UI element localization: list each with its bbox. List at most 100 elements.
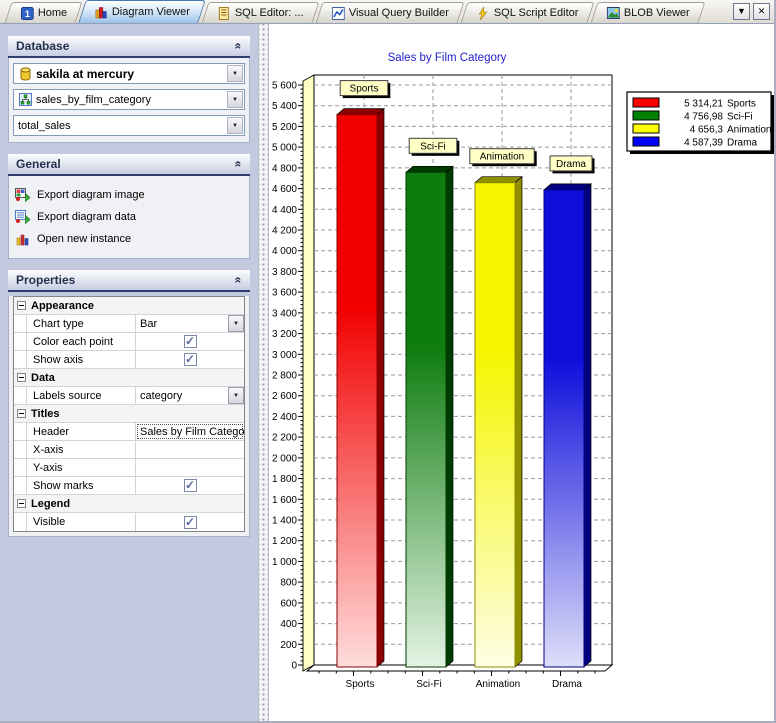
home-icon: 1 [20, 6, 34, 20]
tab-sql-script-editor[interactable]: SQL Script Editor [460, 2, 595, 23]
diagram-canvas[interactable]: Sales by Film Category 0 200 400 600 800 1 000… [269, 24, 774, 721]
svg-text:Sports: Sports [346, 679, 375, 690]
checkbox-checked-icon[interactable]: ✓ [183, 335, 197, 348]
property-value-chart-type[interactable]: Bar ▼ [136, 315, 244, 332]
row-indent [14, 315, 27, 332]
property-value-x-axis[interactable] [136, 441, 244, 458]
tabbar-buttons: ▼ ✕ [733, 3, 770, 20]
properties-panel-header[interactable]: Properties « [8, 270, 250, 292]
svg-text:800: 800 [280, 578, 297, 589]
dropdown-arrow-button[interactable]: ▼ [227, 65, 243, 82]
database-panel-header[interactable]: Database « [8, 36, 250, 58]
property-value-show-marks[interactable]: ✓ [136, 477, 244, 494]
mark-label-drama: Drama [549, 155, 595, 174]
connection-select[interactable]: sakila at mercury ▼ [13, 63, 245, 84]
bar-sci-fi[interactable] [405, 165, 454, 668]
svg-text:4 656,3: 4 656,3 [690, 125, 724, 136]
svg-text:5 314,21: 5 314,21 [684, 99, 723, 110]
property-value-text: category [140, 389, 183, 402]
svg-text:4 587,39: 4 587,39 [684, 138, 723, 149]
property-group-data: Data [14, 369, 244, 387]
export-diagram-data-command[interactable]: Export diagram data [15, 206, 243, 228]
property-value-show-axis[interactable]: ✓ [136, 351, 244, 368]
row-indent [14, 387, 27, 404]
general-panel-header[interactable]: General « [8, 154, 250, 176]
svg-text:4 600: 4 600 [272, 184, 297, 195]
tab-list-dropdown-button[interactable]: ▼ [733, 3, 750, 20]
checkbox-checked-icon[interactable]: ✓ [183, 515, 197, 529]
svg-text:1 400: 1 400 [272, 516, 297, 527]
svg-text:Animation: Animation [480, 152, 524, 163]
property-value-y-axis[interactable] [136, 459, 244, 476]
tab-home[interactable]: 1 Home [4, 2, 83, 23]
diagram-viewer-icon [94, 5, 108, 19]
checkbox-checked-icon[interactable]: ✓ [183, 479, 197, 492]
command-label: Export diagram image [37, 189, 145, 201]
property-label: X-axis [27, 441, 136, 458]
group-label: Data [31, 371, 55, 384]
svg-text:1 800: 1 800 [272, 474, 297, 485]
collapse-group-icon[interactable] [17, 499, 26, 508]
combo-value: total_sales [18, 119, 71, 132]
svg-text:2 200: 2 200 [272, 433, 297, 444]
property-value-header[interactable]: Sales by Film Category [136, 423, 244, 440]
sidebar-splitter[interactable] [258, 24, 269, 721]
x-axis: Sports Sci-Fi Animation Drama [318, 671, 596, 690]
view-icon [18, 93, 32, 106]
dropdown-arrow-button[interactable]: ▼ [228, 387, 244, 404]
database-panel: Database « sakila at mercury ▼ sales_by_fi… [8, 36, 250, 143]
application-window: 1 Home Diagram Viewer SQL Editor: ... Visual… [0, 0, 776, 723]
svg-text:Drama: Drama [552, 679, 582, 690]
svg-text:Sports: Sports [727, 99, 756, 110]
collapse-chevron-icon[interactable]: « [232, 161, 246, 168]
property-label: Color each point [27, 333, 136, 350]
property-label: Visible [27, 513, 136, 531]
database-panel-title: Database [16, 39, 70, 53]
svg-text:5 200: 5 200 [272, 122, 297, 133]
svg-text:Sports: Sports [350, 84, 379, 95]
bar-sports[interactable] [336, 107, 385, 668]
tab-label: SQL Script Editor [494, 7, 579, 19]
svg-text:5 600: 5 600 [272, 81, 297, 92]
checkbox-checked-icon[interactable]: ✓ [183, 353, 197, 366]
property-row-labels-source: Labels source category ▼ [14, 387, 244, 405]
property-value-visible[interactable]: ✓ [136, 513, 244, 531]
dropdown-arrow-button[interactable]: ▼ [227, 91, 243, 108]
collapse-group-icon[interactable] [17, 409, 26, 418]
property-row-chart-type: Chart type Bar ▼ [14, 315, 244, 333]
collapse-chevron-icon[interactable]: « [232, 277, 246, 284]
close-tab-button[interactable]: ✕ [753, 3, 770, 20]
collapse-group-icon[interactable] [17, 373, 26, 382]
export-data-icon [15, 210, 31, 224]
collapse-group-icon[interactable] [17, 301, 26, 310]
tab-label: Home [37, 7, 68, 19]
dropdown-arrow-button[interactable]: ▼ [228, 315, 244, 332]
bar-animation[interactable] [474, 175, 523, 668]
property-value-text: Bar [140, 317, 158, 330]
group-label: Titles [31, 407, 60, 420]
tab-blob-viewer[interactable]: BLOB Viewer [590, 2, 705, 23]
dropdown-arrow-button[interactable]: ▼ [227, 117, 243, 134]
svg-text:4 000: 4 000 [272, 246, 297, 257]
export-diagram-image-command[interactable]: Export diagram image [15, 184, 243, 206]
property-value-color-each-point[interactable]: ✓ [136, 333, 244, 350]
tab-diagram-viewer[interactable]: Diagram Viewer [78, 0, 207, 23]
column-select[interactable]: total_sales ▼ [13, 115, 245, 136]
group-label: Legend [31, 497, 71, 510]
object-select[interactable]: sales_by_film_category ▼ [13, 89, 245, 110]
property-row-visible: Visible ✓ [14, 513, 244, 531]
svg-text:4 400: 4 400 [272, 205, 297, 216]
property-group-titles: Titles [14, 405, 244, 423]
bar-drama[interactable] [543, 183, 592, 668]
tab-label: BLOB Viewer [623, 7, 690, 19]
chart-title: Sales by Film Category [388, 52, 507, 64]
property-value-labels-source[interactable]: category ▼ [136, 387, 244, 404]
svg-text:3 600: 3 600 [272, 288, 297, 299]
open-new-instance-command[interactable]: Open new instance [15, 228, 243, 250]
properties-grid: Appearance Chart type Bar ▼ Color each point… [13, 296, 245, 532]
collapse-chevron-icon[interactable]: « [232, 43, 246, 50]
tab-visual-query-builder[interactable]: Visual Query Builder [315, 2, 465, 23]
new-instance-icon [15, 233, 31, 246]
database-panel-body: sakila at mercury ▼ sales_by_film_category… [8, 58, 250, 143]
tab-sql-editor[interactable]: SQL Editor: ... [201, 2, 320, 23]
